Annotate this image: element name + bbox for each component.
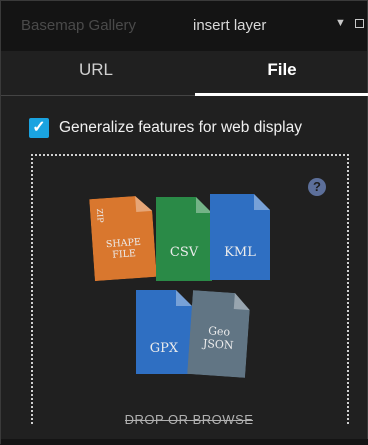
csv-label: CSV [169,245,199,260]
shapefile-label: SHAPE FILE [105,236,142,261]
generalize-label: Generalize features for web display [59,119,302,136]
generalize-option[interactable]: ✓ Generalize features for web display [29,117,302,139]
tab-url[interactable]: URL [1,51,191,95]
drop-or-browse-link[interactable]: DROP OR BROWSE [109,412,269,427]
source-tabs: URL File [1,51,368,96]
generalize-checkbox[interactable]: ✓ [29,118,49,138]
basemap-gallery-button[interactable]: Basemap Gallery [21,17,136,34]
zip-tab-label: ZIP [94,208,105,223]
insert-layer-title: insert layer [193,17,267,34]
maximize-icon[interactable] [355,19,364,28]
kml-label: KML [224,245,256,260]
kml-file-icon: KML [210,194,270,280]
dropdown-arrow-icon[interactable]: ▼ [335,17,346,29]
file-drop-zone[interactable] [31,154,349,424]
shapefile-file-icon: ZIP SHAPE FILE [89,195,157,282]
help-icon[interactable]: ? [308,178,326,196]
tab-file[interactable]: File [195,51,368,96]
gpx-label: GPX [149,341,179,356]
gpx-file-icon: GPX [136,290,192,374]
panel-footer [1,439,368,445]
geojson-file-icon: Geo JSON [187,290,251,378]
geojson-label: Geo JSON [202,324,235,352]
csv-file-icon: CSV [156,197,212,281]
add-layer-panel: Basemap Gallery insert layer ▼ URL File … [0,0,368,445]
panel-header: Basemap Gallery insert layer ▼ [1,1,367,51]
